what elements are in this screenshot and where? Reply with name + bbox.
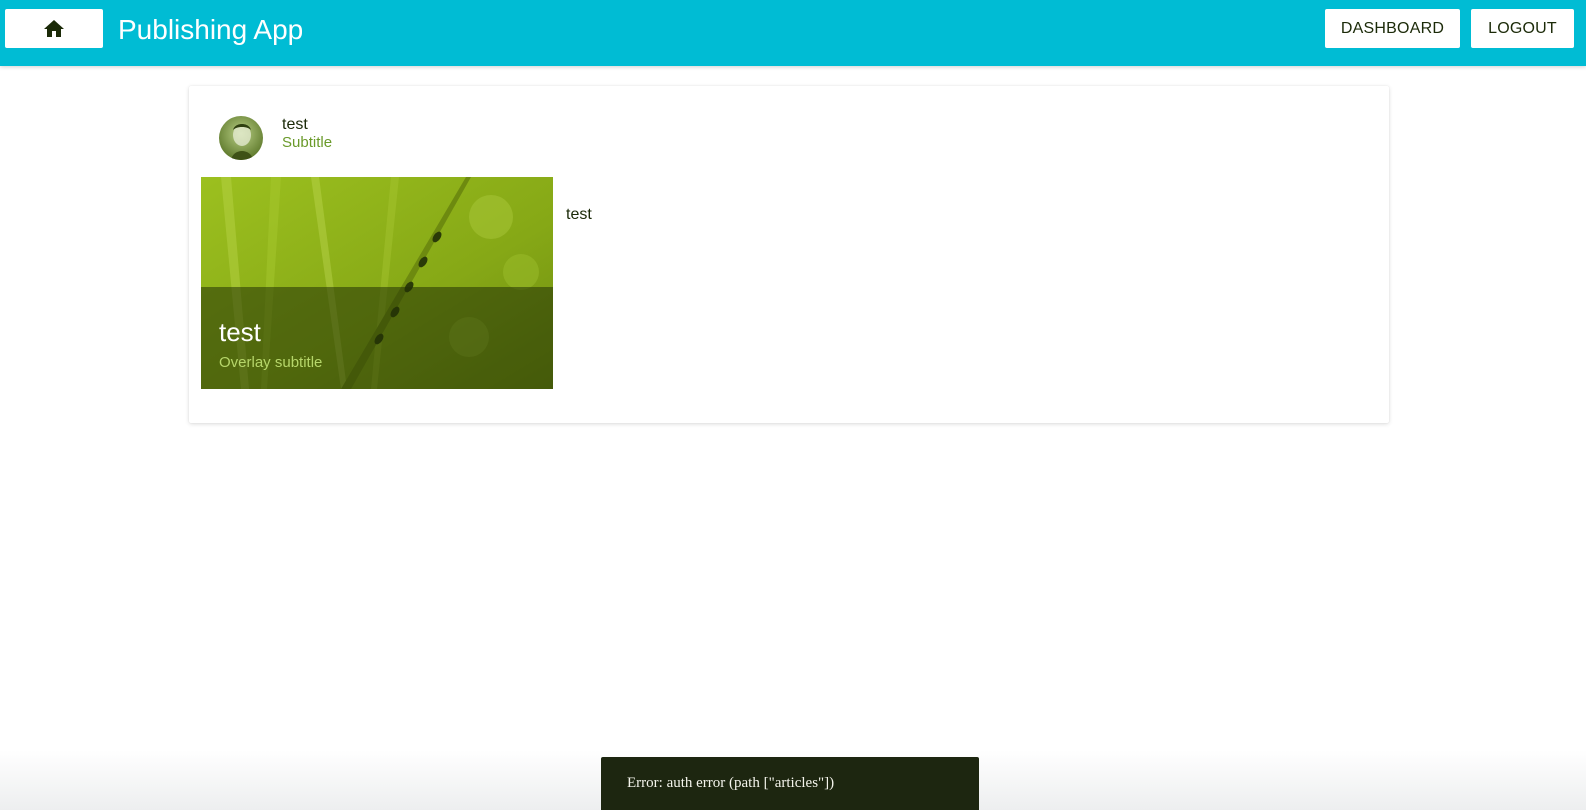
error-snackbar: Error: auth error (path ["articles"]) bbox=[601, 757, 979, 810]
overlay-subtitle: Overlay subtitle bbox=[219, 354, 323, 371]
app-bar: Publishing App DASHBOARD LOGOUT bbox=[0, 0, 1586, 66]
home-button[interactable] bbox=[5, 9, 103, 48]
dashboard-button[interactable]: DASHBOARD bbox=[1325, 9, 1460, 48]
app-title: Publishing App bbox=[118, 14, 304, 45]
card-media: test Overlay subtitle bbox=[201, 177, 553, 389]
card-header-subtitle: Subtitle bbox=[282, 134, 333, 151]
logout-button[interactable]: LOGOUT bbox=[1471, 9, 1574, 48]
card-header-title: test bbox=[282, 116, 308, 133]
home-icon bbox=[44, 19, 64, 37]
media-overlay: test Overlay subtitle bbox=[201, 287, 553, 389]
article-card: test Subtitle test Overlay subtitle test bbox=[189, 86, 1389, 423]
snackbar-message: Error: auth error (path ["articles"]) bbox=[627, 775, 835, 791]
overlay-title: test bbox=[219, 317, 261, 347]
card-text: test bbox=[566, 206, 592, 223]
avatar[interactable] bbox=[219, 116, 263, 160]
